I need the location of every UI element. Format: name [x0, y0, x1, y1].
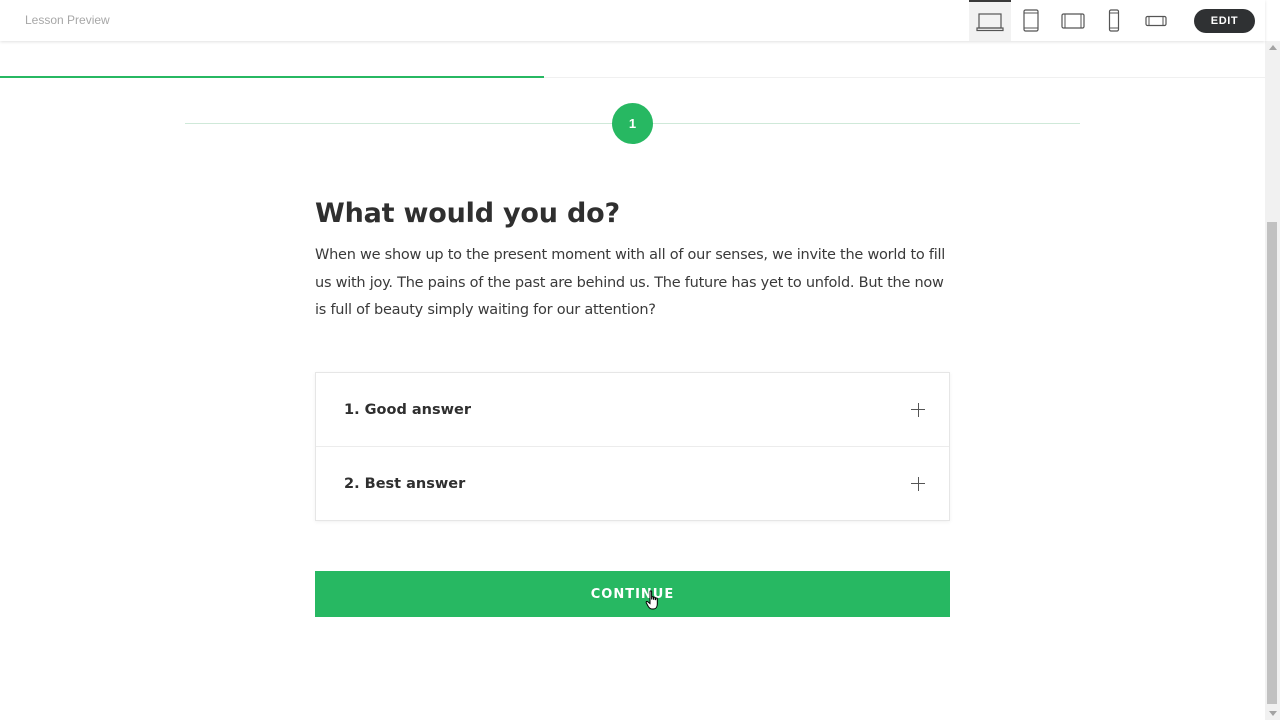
- page-title: Lesson Preview: [25, 13, 110, 27]
- lesson-heading: What would you do?: [315, 198, 620, 229]
- plus-icon[interactable]: [911, 402, 925, 417]
- lesson-body-text: When we show up to the present moment wi…: [315, 247, 946, 318]
- vertical-scrollbar[interactable]: [1265, 41, 1280, 720]
- top-bar: Lesson Preview EDIT: [0, 0, 1265, 41]
- hand-pointer-cursor-icon: [645, 590, 658, 610]
- lesson-progress-bar: [0, 41, 1265, 78]
- continue-button[interactable]: CONTINUE: [315, 571, 950, 617]
- progress-fill: [0, 76, 544, 78]
- device-laptop-button[interactable]: [969, 0, 1011, 41]
- device-preview-toolbar: [969, 0, 1177, 41]
- device-phone-landscape-button[interactable]: [1135, 0, 1177, 41]
- scrollbar-thumb[interactable]: [1267, 222, 1277, 704]
- device-tablet-portrait-button[interactable]: [1011, 0, 1053, 41]
- laptop-icon: [976, 12, 1004, 31]
- step-number-badge: 1: [612, 103, 653, 144]
- answer-label: 1. Good answer: [344, 401, 472, 418]
- device-phone-portrait-button[interactable]: [1094, 0, 1136, 41]
- answer-item-best[interactable]: 2. Best answer: [316, 446, 949, 520]
- tablet-portrait-icon: [1023, 8, 1039, 32]
- edit-button[interactable]: EDIT: [1194, 9, 1255, 33]
- scroll-down-arrow-icon[interactable]: [1269, 711, 1277, 716]
- scroll-up-arrow-icon[interactable]: [1269, 45, 1277, 50]
- plus-icon[interactable]: [911, 476, 925, 491]
- phone-landscape-icon: [1145, 15, 1167, 26]
- tablet-landscape-icon: [1061, 12, 1085, 29]
- device-tablet-landscape-button[interactable]: [1052, 0, 1094, 41]
- answer-label: 2. Best answer: [344, 475, 466, 492]
- phone-portrait-icon: [1109, 8, 1120, 32]
- answer-item-good[interactable]: 1. Good answer: [316, 373, 949, 446]
- answer-accordion: 1. Good answer 2. Best answer: [315, 372, 950, 521]
